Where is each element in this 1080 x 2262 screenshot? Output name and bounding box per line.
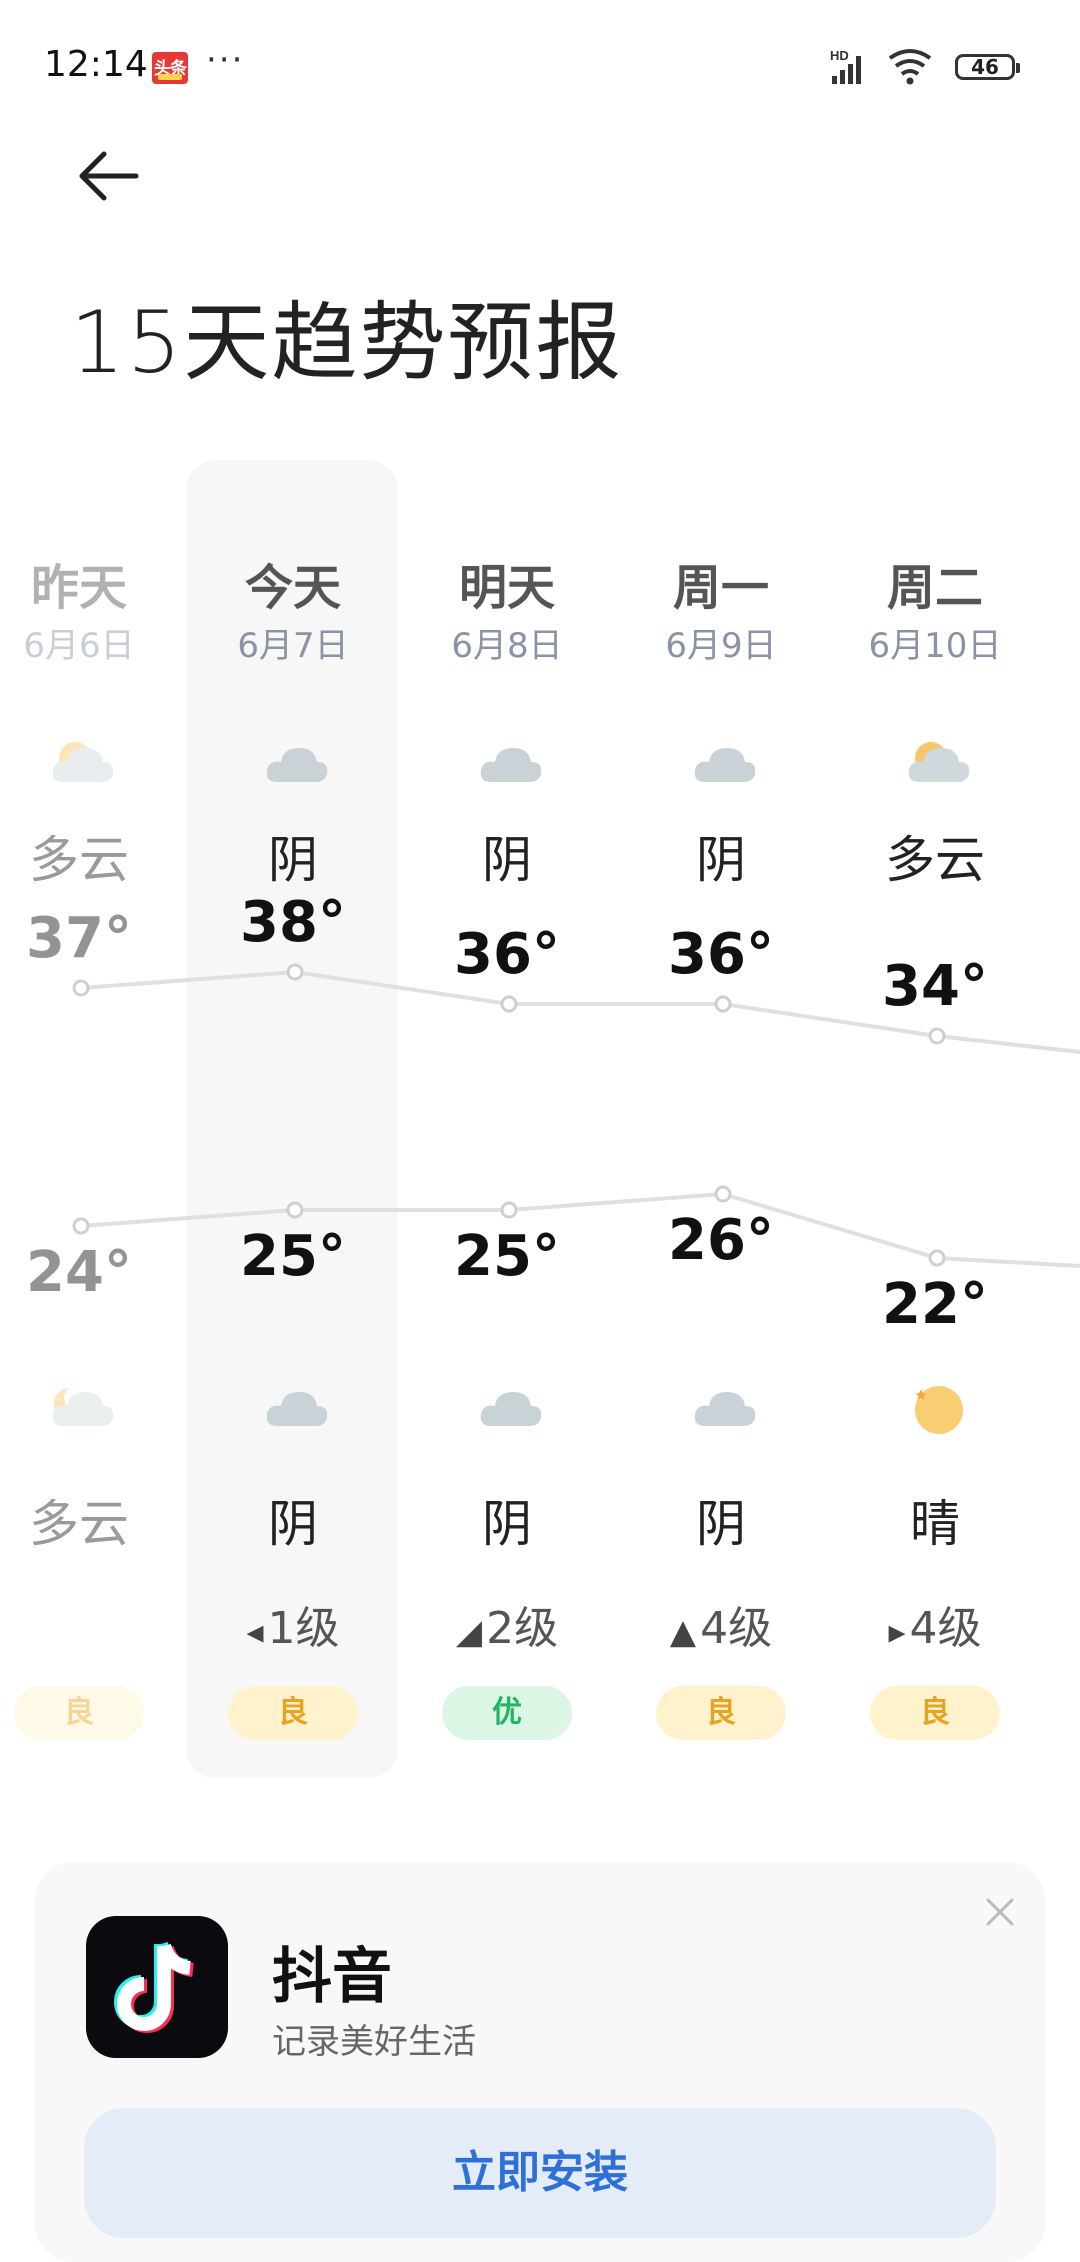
aqi-badge: 良 bbox=[656, 1686, 786, 1740]
high-temp: 36° bbox=[454, 922, 560, 987]
ad-tagline: 记录美好生活 bbox=[272, 2022, 476, 2062]
cloud-icon bbox=[261, 734, 331, 794]
aqi-badge: 优 bbox=[442, 1686, 572, 1740]
high-temp: 37° bbox=[26, 906, 132, 971]
cloud-icon bbox=[475, 1378, 545, 1438]
wind-direction-icon: ◢ bbox=[455, 1612, 483, 1652]
forecast-day-0[interactable]: 昨天 6月6日多云 37° 24° 多云良 bbox=[0, 0, 186, 1800]
day-condition: 阴 bbox=[268, 831, 318, 889]
forecast-day-4[interactable]: 周二 6月10日多云 34° 22° 晴 ▸4级良 bbox=[828, 0, 1042, 1800]
day-label: 明天 bbox=[458, 560, 555, 616]
wind-level: ◢2级 bbox=[400, 1592, 614, 1656]
wind-level: ▸4级 bbox=[828, 1592, 1042, 1656]
forecast-day-2[interactable]: 明天 6月8日阴 36° 25° 阴 ◢2级优 bbox=[400, 0, 614, 1800]
cloud-icon bbox=[475, 734, 545, 794]
wind-direction-icon: ▸ bbox=[888, 1612, 906, 1652]
low-temp: 25° bbox=[240, 1224, 346, 1289]
forecast-day-1[interactable]: 今天 6月7日阴 38° 25° 阴 ◂1级良 bbox=[186, 0, 400, 1800]
moon-icon bbox=[903, 1378, 973, 1438]
day-date: 6月6日 bbox=[23, 626, 135, 666]
low-temp: 24° bbox=[26, 1240, 132, 1305]
close-icon[interactable] bbox=[980, 1892, 1020, 1932]
day-label: 周一 bbox=[672, 560, 769, 616]
day-label: 周二 bbox=[886, 560, 983, 616]
aqi-badge: 良 bbox=[870, 1686, 1000, 1740]
day-condition: 多云 bbox=[885, 831, 985, 889]
low-temp: 26° bbox=[668, 1208, 774, 1273]
ad-app-name: 抖音 bbox=[272, 1942, 392, 2012]
day-label: 今天 bbox=[244, 560, 341, 616]
cloud-icon bbox=[689, 1378, 759, 1438]
partly-cloudy-day-icon bbox=[903, 734, 973, 794]
wind-level-text: 4级 bbox=[700, 1603, 773, 1654]
night-condition: 阴 bbox=[482, 1495, 532, 1553]
wind-direction-icon: ◂ bbox=[246, 1612, 264, 1652]
day-label: 昨天 bbox=[30, 560, 127, 616]
partly-cloudy-night-icon bbox=[47, 1378, 117, 1438]
day-date: 6月8日 bbox=[451, 626, 563, 666]
wind-level: ◂1级 bbox=[186, 1592, 400, 1656]
low-temp: 25° bbox=[454, 1224, 560, 1289]
day-date: 6月9日 bbox=[665, 626, 777, 666]
douyin-app-icon bbox=[86, 1916, 228, 2058]
cloud-icon bbox=[261, 1378, 331, 1438]
high-temp: 36° bbox=[668, 922, 774, 987]
low-temp: 22° bbox=[882, 1272, 988, 1337]
app-ad-card[interactable]: 抖音 记录美好生活 立即安装 bbox=[34, 1862, 1046, 2262]
wind-direction-icon: ▲ bbox=[669, 1612, 697, 1652]
wind-level-text: 2级 bbox=[486, 1603, 559, 1654]
aqi-badge: 良 bbox=[228, 1686, 358, 1740]
forecast-day-3[interactable]: 周一 6月9日阴 36° 26° 阴 ▲4级良 bbox=[614, 0, 828, 1800]
night-condition: 晴 bbox=[910, 1495, 960, 1553]
wind-level: ▲4级 bbox=[614, 1592, 828, 1656]
wind-level-text: 1级 bbox=[267, 1603, 340, 1654]
night-condition: 多云 bbox=[29, 1495, 129, 1553]
night-condition: 阴 bbox=[268, 1495, 318, 1553]
day-condition: 阴 bbox=[482, 831, 532, 889]
install-button[interactable]: 立即安装 bbox=[84, 2108, 996, 2238]
partly-cloudy-day-icon bbox=[47, 734, 117, 794]
day-condition: 阴 bbox=[696, 831, 746, 889]
day-date: 6月7日 bbox=[237, 626, 349, 666]
high-temp: 34° bbox=[882, 954, 988, 1019]
high-temp: 38° bbox=[240, 890, 346, 955]
wind-level-text: 4级 bbox=[909, 1603, 982, 1654]
day-condition: 多云 bbox=[29, 831, 129, 889]
cloud-icon bbox=[689, 734, 759, 794]
night-condition: 阴 bbox=[696, 1495, 746, 1553]
aqi-badge: 良 bbox=[14, 1686, 144, 1740]
day-date: 6月10日 bbox=[868, 626, 1002, 666]
